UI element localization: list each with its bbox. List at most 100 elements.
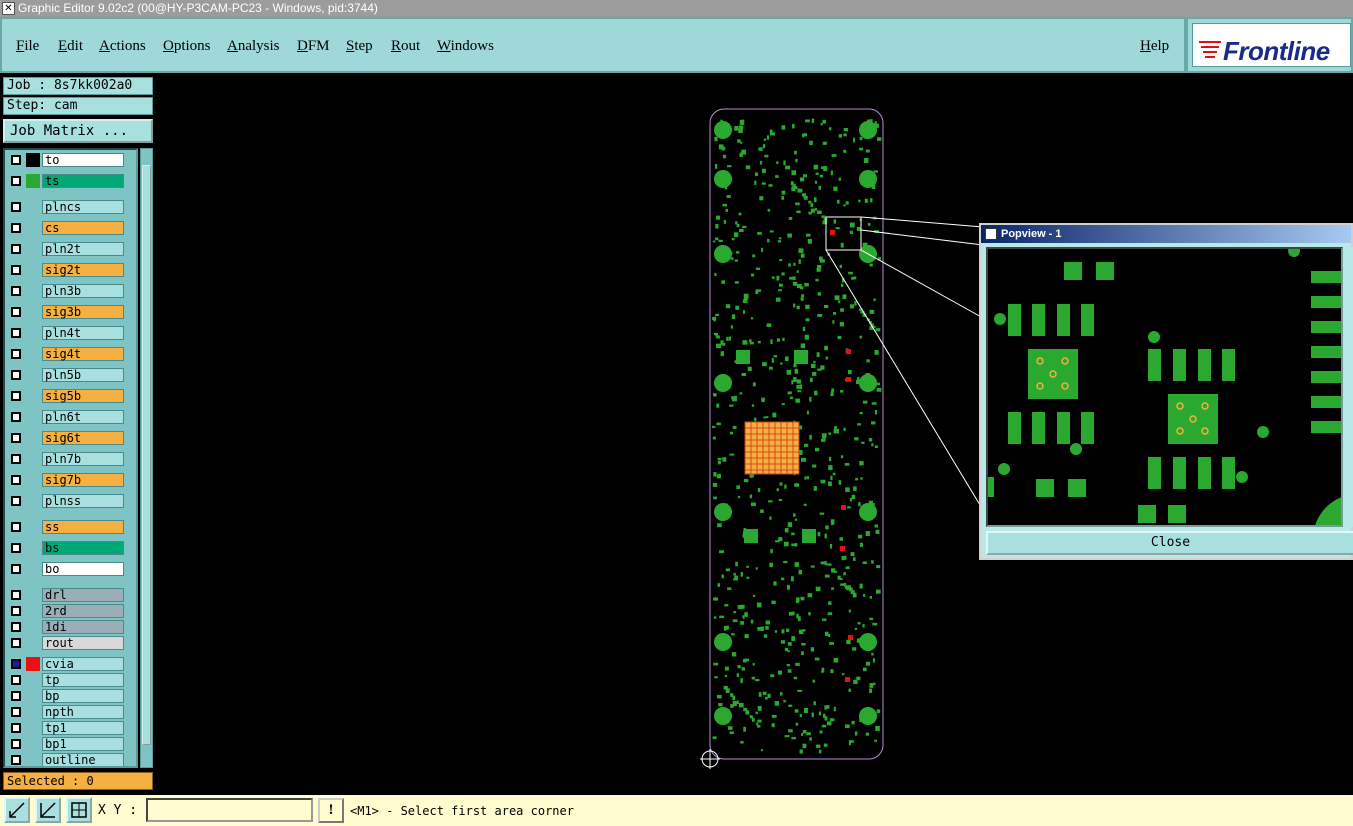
layer-name[interactable]: bo [42, 562, 124, 576]
layer-checkbox[interactable] [11, 454, 21, 464]
layer-color-swatch[interactable] [26, 588, 40, 602]
layer-row-1di[interactable]: 1di [8, 620, 126, 634]
layer-row-rout[interactable]: rout [8, 636, 126, 650]
layer-color-swatch[interactable] [26, 174, 40, 188]
layer-color-swatch[interactable] [26, 689, 40, 703]
layer-color-swatch[interactable] [26, 347, 40, 361]
menu-help[interactable]: Help [1140, 38, 1169, 55]
layer-checkbox[interactable] [11, 370, 21, 380]
layer-checkbox[interactable] [11, 244, 21, 254]
layer-checkbox[interactable] [11, 155, 21, 165]
layer-name[interactable]: sig7b [42, 473, 124, 487]
layer-row-sig3b[interactable]: sig3b [8, 305, 126, 319]
layer-row-sig2t[interactable]: sig2t [8, 263, 126, 277]
layer-checkbox[interactable] [11, 739, 21, 749]
layer-color-swatch[interactable] [26, 541, 40, 555]
layer-checkbox[interactable] [11, 223, 21, 233]
layer-row-sig7b[interactable]: sig7b [8, 473, 126, 487]
layer-checkbox[interactable] [11, 707, 21, 717]
layer-name[interactable]: ts [42, 174, 124, 188]
layer-color-swatch[interactable] [26, 673, 40, 687]
layer-color-swatch[interactable] [26, 636, 40, 650]
layer-checkbox[interactable] [11, 202, 21, 212]
layer-checkbox[interactable] [11, 307, 21, 317]
job-matrix-button[interactable]: Job Matrix ... [3, 119, 153, 143]
layer-color-swatch[interactable] [26, 305, 40, 319]
menu-rout[interactable]: Rout [391, 38, 420, 55]
layer-row-bp[interactable]: bp [8, 689, 126, 703]
layer-row-pln2t[interactable]: pln2t [8, 242, 126, 256]
layer-checkbox[interactable] [11, 176, 21, 186]
layer-color-swatch[interactable] [26, 153, 40, 167]
layer-name[interactable]: drl [42, 588, 124, 602]
layer-color-swatch[interactable] [26, 326, 40, 340]
layer-row-drl[interactable]: drl [8, 588, 126, 602]
layer-row-sig5b[interactable]: sig5b [8, 389, 126, 403]
menu-windows[interactable]: Windows [437, 38, 494, 55]
menu-analysis[interactable]: Analysis [227, 38, 280, 55]
layer-name[interactable]: bp [42, 689, 124, 703]
layer-name[interactable]: to [42, 153, 124, 167]
layer-row-pln3b[interactable]: pln3b [8, 284, 126, 298]
layer-name[interactable]: pln7b [42, 452, 124, 466]
layer-row-2rd[interactable]: 2rd [8, 604, 126, 618]
layer-color-swatch[interactable] [26, 242, 40, 256]
layer-checkbox[interactable] [11, 675, 21, 685]
layer-name[interactable]: pln3b [42, 284, 124, 298]
layer-name[interactable]: sig4t [42, 347, 124, 361]
layer-checkbox[interactable] [11, 522, 21, 532]
layer-checkbox[interactable] [11, 755, 21, 765]
layer-checkbox[interactable] [11, 543, 21, 553]
layer-checkbox[interactable] [11, 286, 21, 296]
layer-row-cvia[interactable]: cvia [8, 657, 126, 671]
layer-name[interactable]: sig5b [42, 389, 124, 403]
layer-name[interactable]: 1di [42, 620, 124, 634]
measure-icon[interactable] [35, 797, 61, 823]
layer-color-swatch[interactable] [26, 520, 40, 534]
layer-color-swatch[interactable] [26, 389, 40, 403]
layer-checkbox[interactable] [11, 412, 21, 422]
layer-checkbox[interactable] [11, 349, 21, 359]
layer-name[interactable]: cvia [42, 657, 124, 671]
layer-color-swatch[interactable] [26, 494, 40, 508]
layer-row-bo[interactable]: bo [8, 562, 126, 576]
layer-name[interactable]: tp [42, 673, 124, 687]
popview-window[interactable]: Popview - 1 Close [979, 223, 1353, 560]
layer-checkbox[interactable] [11, 433, 21, 443]
layer-color-swatch[interactable] [26, 221, 40, 235]
layer-color-swatch[interactable] [26, 431, 40, 445]
layer-color-swatch[interactable] [26, 705, 40, 719]
layer-checkbox[interactable] [11, 606, 21, 616]
layer-name[interactable]: npth [42, 705, 124, 719]
layer-checkbox[interactable] [11, 622, 21, 632]
layer-name[interactable]: sig2t [42, 263, 124, 277]
layer-checkbox[interactable] [11, 475, 21, 485]
menu-dfm[interactable]: DFM [297, 38, 330, 55]
layer-checkbox[interactable] [11, 691, 21, 701]
layer-checkbox[interactable] [11, 638, 21, 648]
layer-name[interactable]: plnss [42, 494, 124, 508]
layer-color-swatch[interactable] [26, 620, 40, 634]
layer-row-sig4t[interactable]: sig4t [8, 347, 126, 361]
layer-name[interactable]: sig3b [42, 305, 124, 319]
layer-name[interactable]: rout [42, 636, 124, 650]
zoom-area-icon[interactable] [4, 797, 30, 823]
layer-color-swatch[interactable] [26, 410, 40, 424]
layer-row-pln5b[interactable]: pln5b [8, 368, 126, 382]
layer-name[interactable]: ss [42, 520, 124, 534]
layer-row-bp1[interactable]: bp1 [8, 737, 126, 751]
menu-actions[interactable]: Actions [99, 38, 146, 55]
layer-row-outline[interactable]: outline [8, 753, 126, 766]
popview-title-bar[interactable]: Popview - 1 [981, 225, 1351, 243]
layer-color-swatch[interactable] [26, 200, 40, 214]
layer-color-swatch[interactable] [26, 284, 40, 298]
layer-name[interactable]: bs [42, 541, 124, 555]
scrollbar-thumb[interactable] [142, 165, 151, 745]
layer-row-pln4t[interactable]: pln4t [8, 326, 126, 340]
layer-row-tp[interactable]: tp [8, 673, 126, 687]
layer-name[interactable]: pln5b [42, 368, 124, 382]
layer-checkbox[interactable] [11, 391, 21, 401]
layer-row-plnss[interactable]: plnss [8, 494, 126, 508]
layer-checkbox[interactable] [11, 590, 21, 600]
layer-name[interactable]: tp1 [42, 721, 124, 735]
